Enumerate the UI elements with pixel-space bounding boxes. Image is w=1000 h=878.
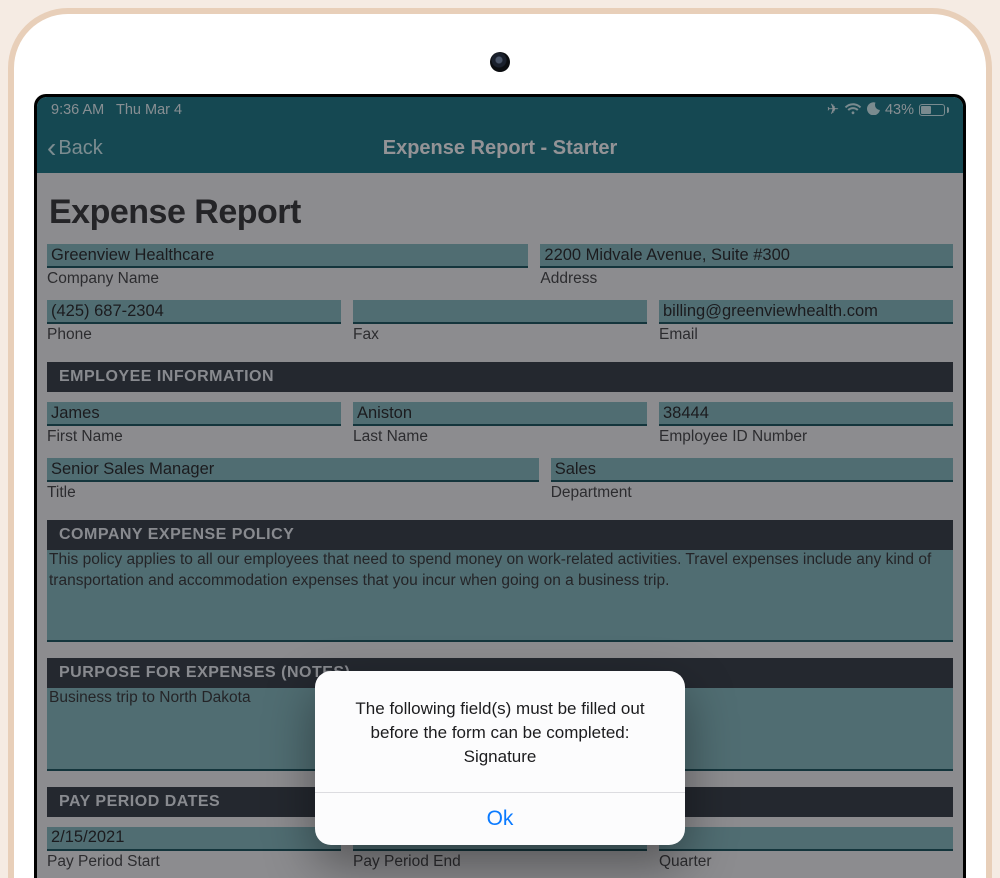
validation-alert: The following field(s) must be filled ou… bbox=[315, 671, 685, 845]
fax-label: Fax bbox=[353, 326, 647, 344]
device-bezel: 9:36 AM Thu Mar 4 ✈︎ 43% bbox=[34, 94, 966, 878]
pay-period-start-label: Pay Period Start bbox=[47, 853, 341, 871]
department-input[interactable]: Sales bbox=[551, 458, 953, 482]
phone-label: Phone bbox=[47, 326, 341, 344]
nav-title: Expense Report - Starter bbox=[37, 137, 963, 160]
title-label: Title bbox=[47, 484, 539, 502]
employee-id-label: Employee ID Number bbox=[659, 428, 953, 446]
first-name-label: First Name bbox=[47, 428, 341, 446]
address-input[interactable]: 2200 Midvale Avenue, Suite #300 bbox=[540, 244, 953, 268]
quarter-label: Quarter bbox=[659, 853, 953, 871]
chevron-left-icon: ‹ bbox=[47, 134, 56, 162]
airplane-icon: ✈︎ bbox=[827, 102, 839, 118]
company-name-label: Company Name bbox=[47, 270, 528, 288]
wifi-icon bbox=[844, 102, 862, 119]
employee-id-input[interactable]: 38444 bbox=[659, 402, 953, 426]
alert-ok-button[interactable]: Ok bbox=[315, 793, 685, 845]
moon-icon bbox=[867, 102, 880, 119]
address-label: Address bbox=[540, 270, 953, 288]
battery-icon bbox=[919, 104, 949, 116]
section-expense-policy: COMPANY EXPENSE POLICY bbox=[47, 520, 953, 550]
battery-percent: 43% bbox=[885, 102, 914, 118]
pay-period-end-label: Pay Period End bbox=[353, 853, 647, 871]
email-input[interactable]: billing@greenviewhealth.com bbox=[659, 300, 953, 324]
department-label: Department bbox=[551, 484, 953, 502]
status-right: ✈︎ 43% bbox=[827, 102, 949, 119]
status-bar: 9:36 AM Thu Mar 4 ✈︎ 43% bbox=[37, 97, 963, 123]
alert-line-2: before the form can be completed: bbox=[337, 721, 663, 745]
nav-bar: ‹ Back Expense Report - Starter bbox=[37, 123, 963, 173]
ipad-frame: 9:36 AM Thu Mar 4 ✈︎ 43% bbox=[8, 8, 992, 878]
quarter-input[interactable] bbox=[659, 827, 953, 851]
alert-line-1: The following field(s) must be filled ou… bbox=[337, 697, 663, 721]
first-name-input[interactable]: James bbox=[47, 402, 341, 426]
camera-dot bbox=[490, 52, 510, 72]
email-label: Email bbox=[659, 326, 953, 344]
back-label: Back bbox=[58, 137, 102, 160]
alert-message: The following field(s) must be filled ou… bbox=[315, 671, 685, 792]
status-date: Thu Mar 4 bbox=[116, 102, 182, 118]
back-button[interactable]: ‹ Back bbox=[47, 134, 103, 162]
last-name-label: Last Name bbox=[353, 428, 647, 446]
status-time: 9:36 AM bbox=[51, 102, 104, 118]
fax-input[interactable] bbox=[353, 300, 647, 324]
last-name-input[interactable]: Aniston bbox=[353, 402, 647, 426]
page-title: Expense Report bbox=[49, 193, 953, 232]
alert-line-3: Signature bbox=[337, 745, 663, 769]
phone-input[interactable]: (425) 687-2304 bbox=[47, 300, 341, 324]
company-name-input[interactable]: Greenview Healthcare bbox=[47, 244, 528, 268]
screen: 9:36 AM Thu Mar 4 ✈︎ 43% bbox=[37, 97, 963, 878]
title-input[interactable]: Senior Sales Manager bbox=[47, 458, 539, 482]
section-employee-info: EMPLOYEE INFORMATION bbox=[47, 362, 953, 392]
pay-period-start-input[interactable]: 2/15/2021 bbox=[47, 827, 341, 851]
status-left: 9:36 AM Thu Mar 4 bbox=[51, 102, 190, 118]
policy-text-block[interactable]: This policy applies to all our employees… bbox=[47, 550, 953, 642]
